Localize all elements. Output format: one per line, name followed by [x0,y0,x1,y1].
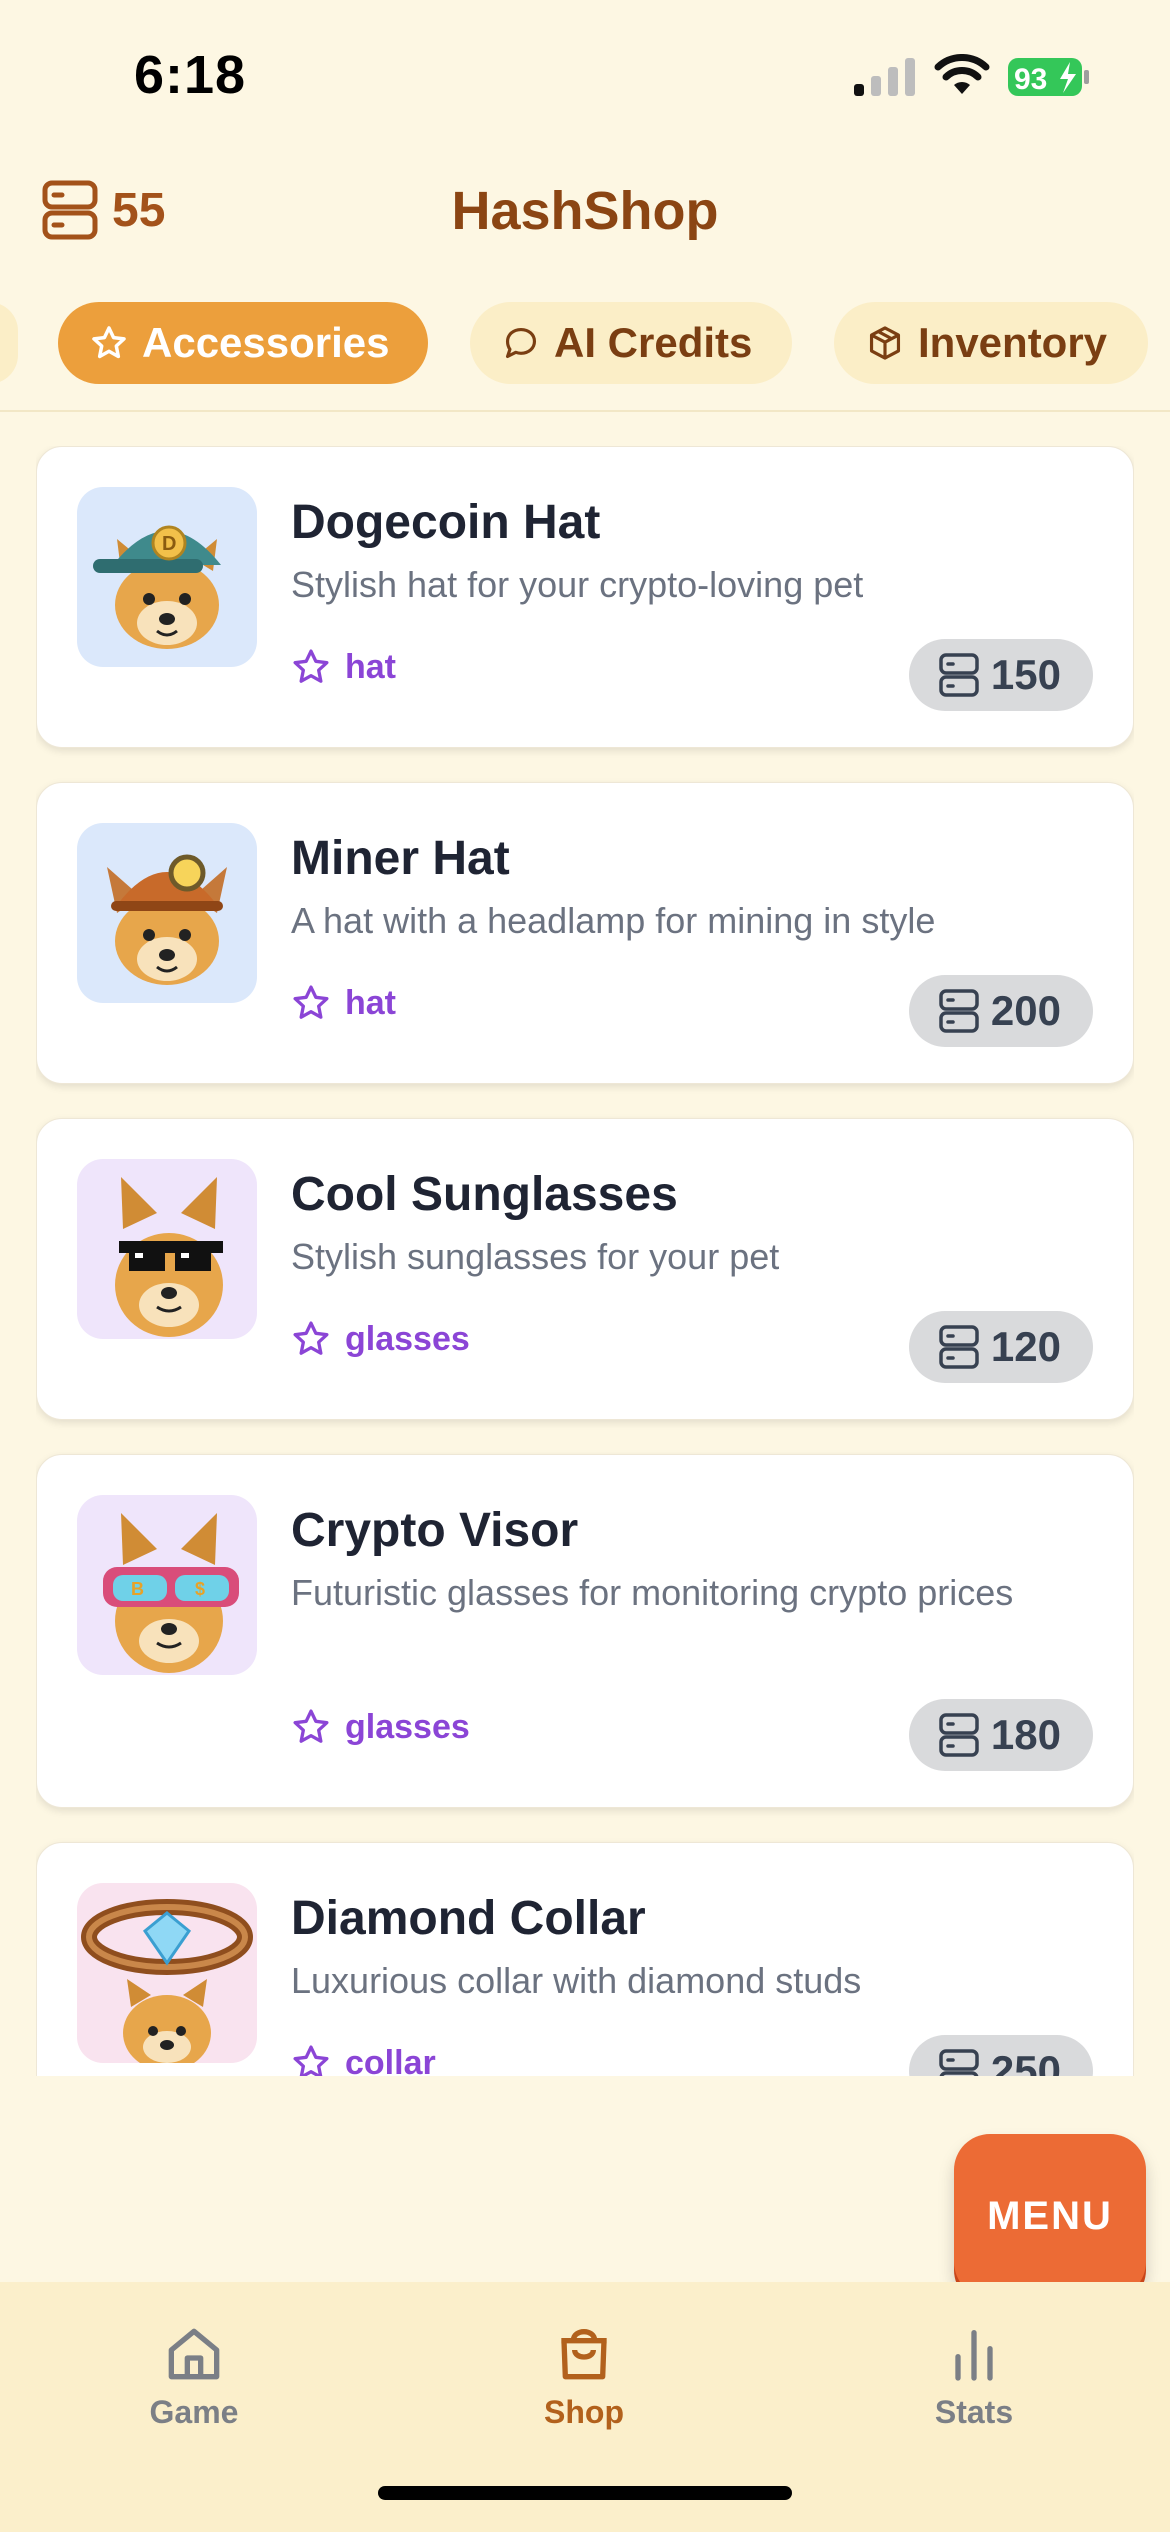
product-card-miner-hat[interactable]: Miner Hat A hat with a headlamp for mini… [36,782,1134,1084]
price-value: 200 [990,987,1061,1034]
app-title: HashShop [451,181,719,241]
product-tag-label: glasses [345,1707,470,1746]
battery-icon: 93 [1008,58,1089,96]
product-image [77,823,257,1003]
product-tag: glasses [291,1707,470,1747]
server-stack-icon [939,989,979,1033]
product-card-cool-sunglasses[interactable]: Cool Sunglasses Stylish sunglasses for y… [36,1118,1134,1420]
product-image: B $ [77,1495,257,1675]
product-description: A hat with a headlamp for mining in styl… [291,900,936,941]
doge-sunglasses-icon [115,1177,223,1337]
bar-chart-icon [955,2330,993,2381]
doge-dogecoin-cap-icon: D [93,525,221,649]
product-name: Cool Sunglasses [291,1168,678,1221]
star-icon [293,1709,329,1743]
price-button[interactable]: 120 [908,1311,1093,1383]
svg-text:D: D [162,533,176,555]
product-tag: collar [291,2043,436,2076]
category-tabs: Accessories AI Credits Inventory [0,300,1170,386]
star-icon [293,1321,329,1355]
product-tag-label: collar [345,2043,436,2077]
product-tag: glasses [291,1319,470,1359]
price-value: 150 [990,651,1061,698]
svg-text:B: B [131,1579,144,1599]
price-button[interactable]: 200 [908,975,1093,1047]
doge-miner-helmet-icon [107,854,227,985]
status-time: 6:18 [134,45,247,105]
menu-button[interactable]: MENU [954,2134,1146,2298]
home-indicator[interactable] [378,2486,792,2500]
doge-diamond-collar-icon [81,1899,253,2063]
product-tag-label: glasses [345,1319,470,1358]
chat-bubble-icon [505,327,537,359]
product-list[interactable]: D Dogecoin Hat Stylish hat for your cryp… [36,446,1134,2076]
star-icon [92,326,126,359]
nav-game[interactable]: Game [74,2322,314,2431]
server-stack-icon [939,1713,979,1757]
server-stack-icon [939,2049,979,2076]
home-icon [168,2328,220,2380]
price-button[interactable]: 250 [908,2035,1093,2076]
wifi-icon [934,54,990,94]
product-name: Dogecoin Hat [291,496,601,549]
product-tag-label: hat [345,647,396,686]
price-value: 120 [990,1323,1061,1370]
nav-stats[interactable]: Stats [854,2322,1094,2431]
tab-label: Accessories [142,319,390,366]
product-image [77,1159,257,1339]
star-icon [293,649,329,683]
product-card-dogecoin-hat[interactable]: D Dogecoin Hat Stylish hat for your cryp… [36,446,1134,748]
price-button[interactable]: 180 [908,1699,1093,1771]
star-icon [293,985,329,1019]
nav-label: Game [149,2394,239,2430]
status-bar: 6:18 93 [0,0,1170,150]
cellular-signal-icon [854,58,915,96]
nav-label: Stats [934,2394,1014,2430]
product-card-crypto-visor[interactable]: B $ Crypto Visor Futuristic glasses for … [36,1454,1134,1808]
product-name: Diamond Collar [291,1892,646,1945]
product-image: D [77,487,257,667]
shopping-bag-icon [561,2329,607,2380]
box-icon [869,326,901,360]
doge-visor-icon: B $ [103,1513,239,1673]
price-button[interactable]: 150 [908,639,1093,711]
product-name: Miner Hat [291,832,510,885]
product-image [77,1883,257,2063]
tab-accessories[interactable]: Accessories [58,302,428,384]
product-description: Stylish hat for your crypto-loving pet [291,564,864,605]
tab-previous-partial[interactable] [0,302,18,384]
product-tag: hat [291,647,396,687]
product-name: Crypto Visor [291,1504,579,1557]
nav-label: Shop [544,2394,624,2430]
product-description: Luxurious collar with diamond studs [291,1960,862,2001]
tab-label: AI Credits [554,319,753,366]
battery-level: 93 [1014,63,1047,96]
product-tag: hat [291,983,396,1023]
price-value: 180 [990,1711,1061,1758]
header-divider [0,410,1170,412]
product-card-diamond-collar[interactable]: Diamond Collar Luxurious collar with dia… [36,1842,1134,2076]
svg-text:$: $ [195,1579,205,1599]
nav-shop[interactable]: Shop [464,2322,704,2431]
star-icon [293,2045,329,2076]
product-description: Stylish sunglasses for your pet [291,1236,780,1277]
app-header: 55 HashShop [0,160,1170,260]
product-description: Futuristic glasses for monitoring crypto… [291,1572,1014,1613]
server-stack-icon [939,1325,979,1369]
price-value: 250 [990,2047,1061,2076]
tab-ai-credits[interactable]: AI Credits [470,302,792,384]
product-tag-label: hat [345,983,396,1022]
tab-inventory[interactable]: Inventory [834,302,1148,384]
server-stack-icon [939,653,979,697]
tab-label: Inventory [918,319,1108,366]
